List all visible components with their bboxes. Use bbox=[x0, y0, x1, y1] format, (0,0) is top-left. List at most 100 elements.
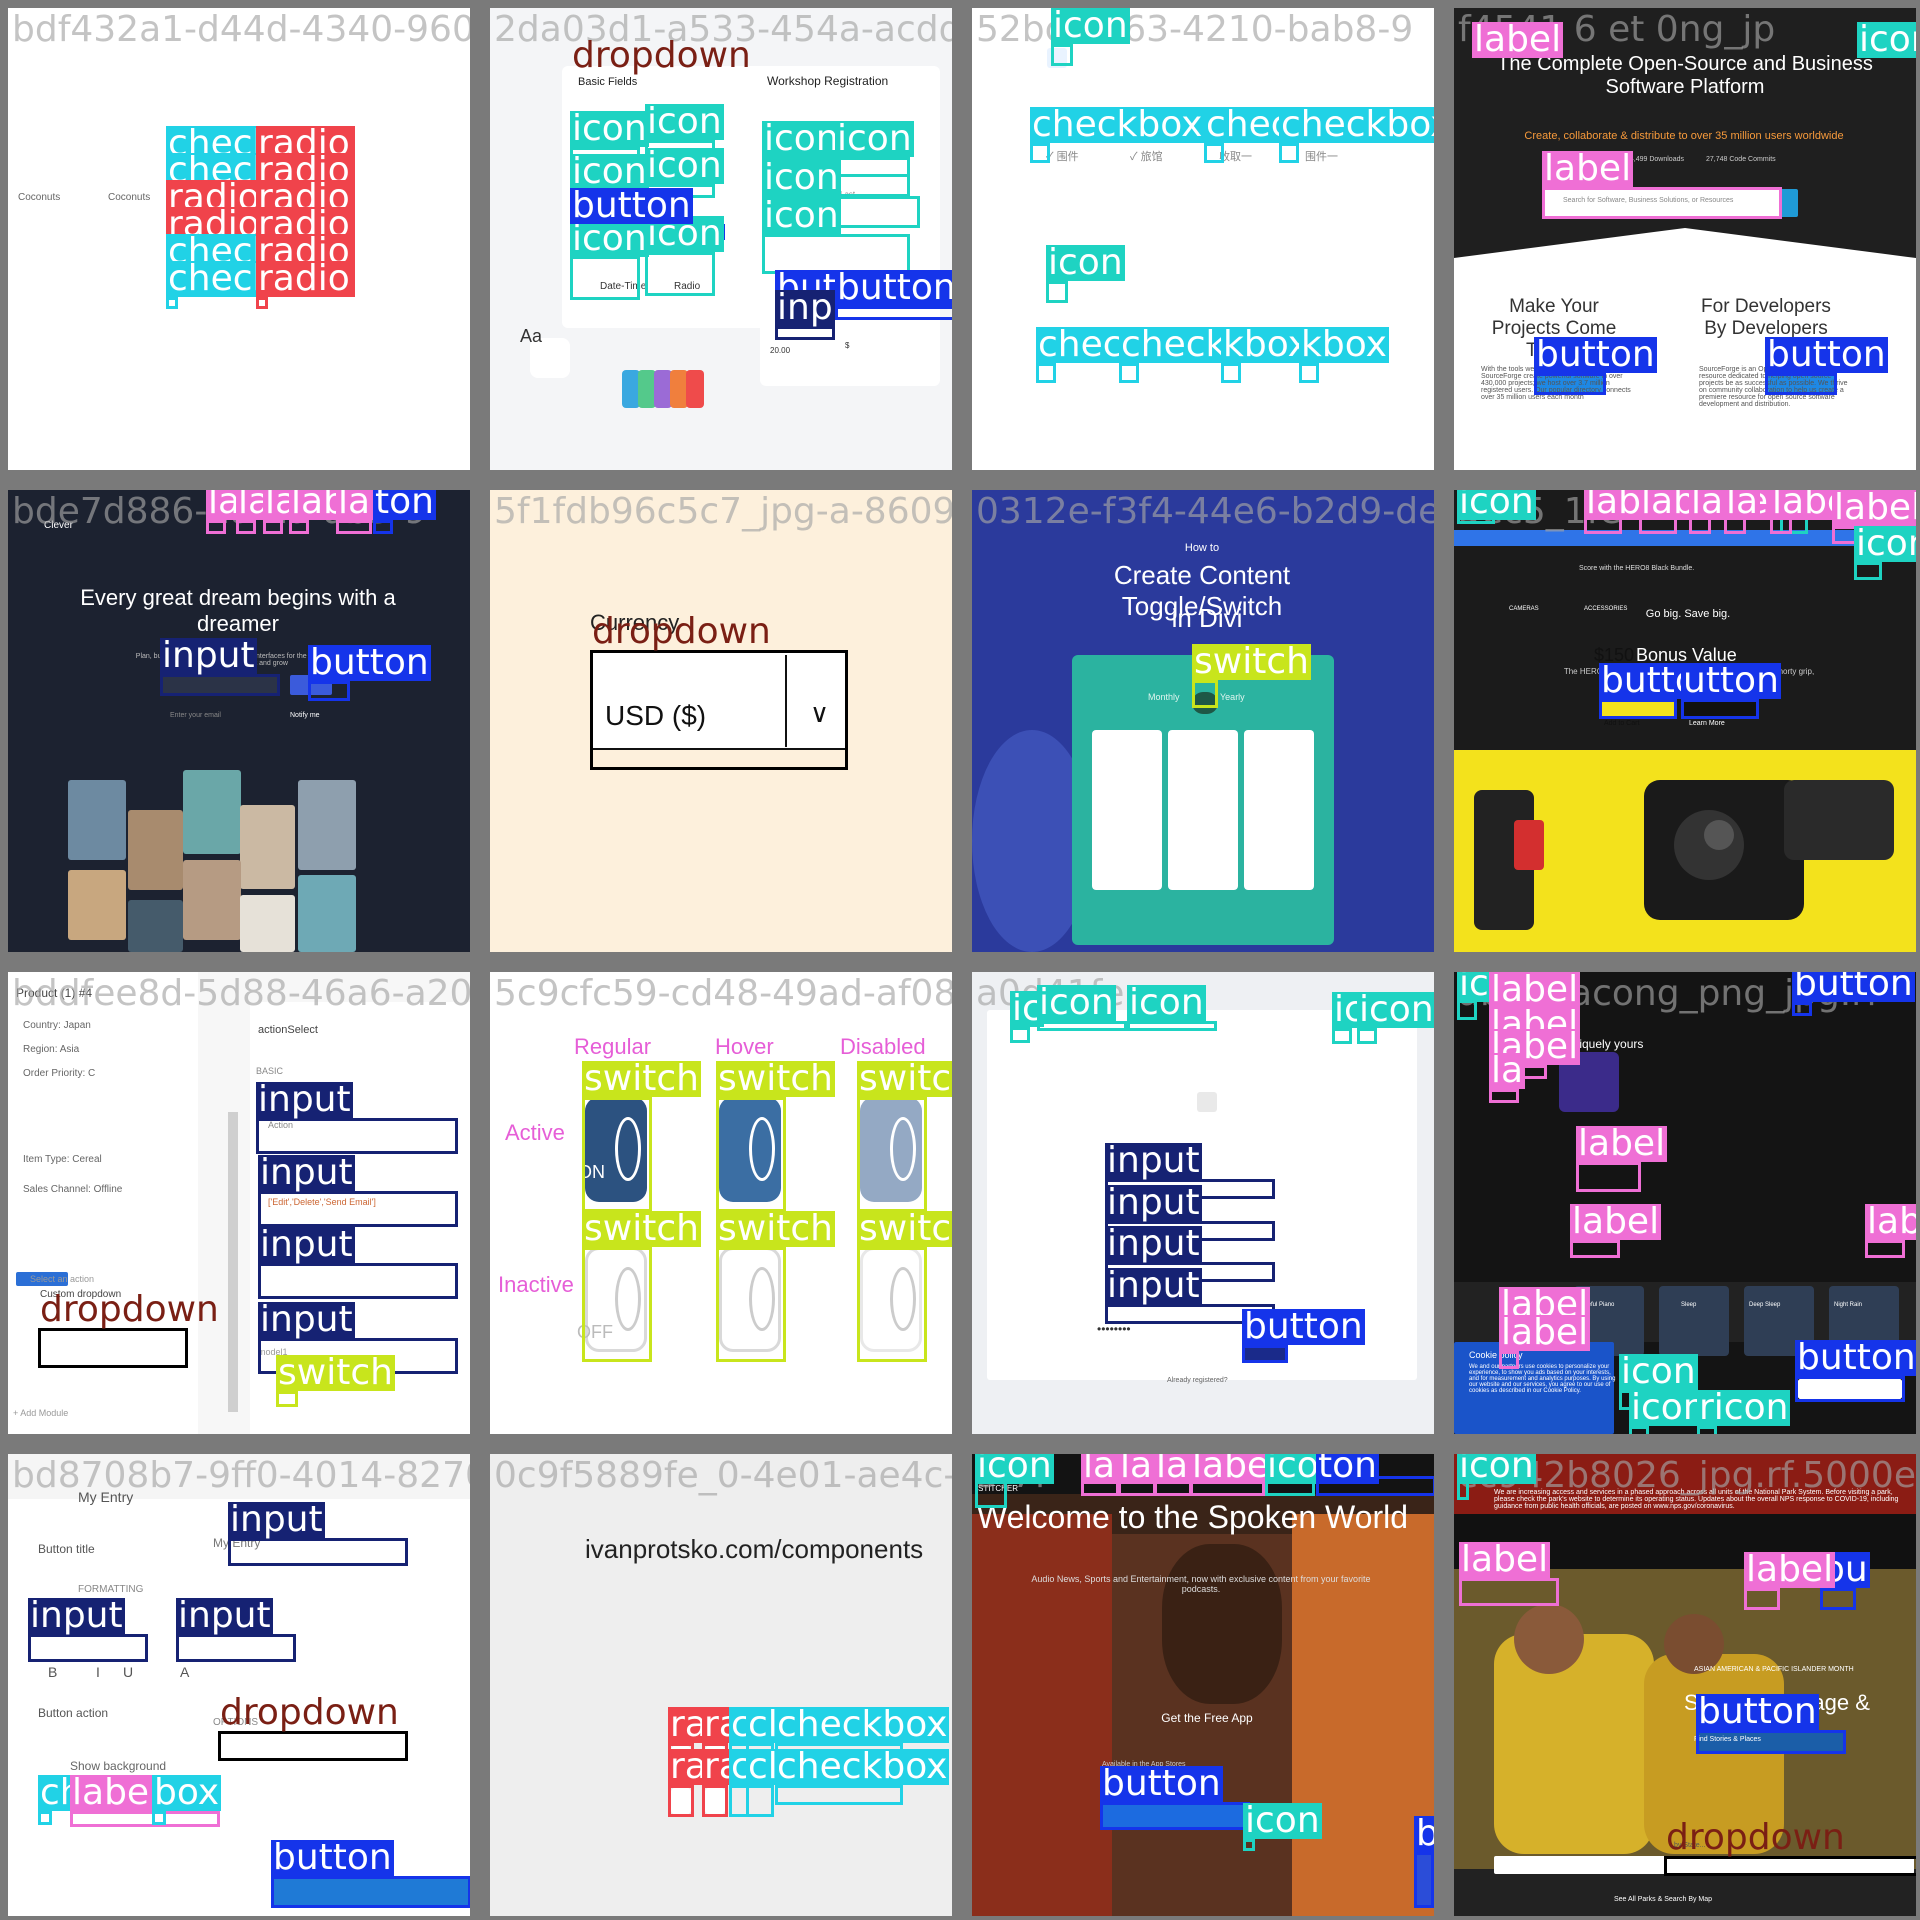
screenshot-grid: Coconuts Coconuts bdf432a1-d44d-4340-9604-… bbox=[0, 0, 1920, 1920]
switch-bbox bbox=[716, 1097, 786, 1212]
label-bbox bbox=[1499, 1351, 1519, 1369]
screen-text: See All Parks & Search By Map bbox=[1614, 1896, 1713, 1903]
input-annotation-tag: input bbox=[1105, 1223, 1202, 1264]
screen-text: Night Rain bbox=[1834, 1302, 1863, 1308]
scene-block bbox=[68, 780, 126, 860]
switch-bbox bbox=[582, 1247, 652, 1362]
label-bbox bbox=[1744, 1588, 1780, 1610]
scene-block bbox=[183, 860, 241, 940]
label-annotation-tag: label bbox=[1472, 19, 1564, 60]
label-annotation-tag: label bbox=[1865, 1204, 1916, 1240]
button-bbox bbox=[1820, 1588, 1856, 1610]
icon-bbox bbox=[1010, 1027, 1030, 1043]
label-bbox bbox=[206, 520, 226, 534]
label-bbox bbox=[236, 520, 256, 534]
button-annotation-tag: utton bbox=[1681, 660, 1781, 701]
icon-annotation-tag: ic bbox=[1457, 972, 1491, 1002]
button-annotation-tag: button bbox=[835, 270, 952, 306]
button-annotation-tag: button bbox=[1696, 1691, 1819, 1732]
input-annotation-tag: input bbox=[176, 1595, 273, 1636]
screenshot-image: ✓ 围件 ✓ 旅馆 收取一 围件一 bbox=[972, 8, 1434, 470]
input-annotation-tag: input bbox=[228, 1499, 325, 1540]
screen-text: Browse bbox=[1782, 459, 1806, 466]
screen-text: Region: Asia bbox=[23, 1044, 80, 1055]
input-bbox bbox=[256, 1118, 458, 1154]
screen-text: Every great dream begins with a dreamer bbox=[80, 585, 396, 636]
screen-text: 围件一 bbox=[1305, 151, 1338, 163]
input-annotation-tag: input bbox=[258, 1152, 355, 1193]
scene-block bbox=[68, 870, 126, 940]
radio-bbox bbox=[256, 297, 268, 309]
screen-text: Country: Japan bbox=[23, 1020, 91, 1031]
checkbox-annotation-tag: box bbox=[152, 1772, 222, 1813]
dropdown-annotation-tag: dropdown bbox=[1666, 1817, 1845, 1858]
button-bbox bbox=[1414, 1852, 1434, 1908]
checkbox-bbox bbox=[1036, 363, 1056, 383]
screenshot-tile: ivanprotsko.com/components 0c9f5889fe_0-4… bbox=[490, 1454, 952, 1916]
screen-text: Get the Free App bbox=[1161, 1711, 1253, 1725]
input-annotation-tag: input bbox=[258, 1224, 355, 1265]
button-bbox bbox=[1100, 1802, 1250, 1830]
scene-block bbox=[240, 895, 295, 952]
screenshot-tile: Coconuts Coconuts bdf432a1-d44d-4340-9604-… bbox=[8, 8, 470, 470]
switch-annotation-tag: switch bbox=[716, 1208, 835, 1249]
button-annotation-tag: button bbox=[1414, 1816, 1434, 1852]
label-bbox bbox=[263, 520, 283, 534]
screen-text: U bbox=[123, 1664, 134, 1680]
screen-text: Hover bbox=[715, 1034, 774, 1059]
icon-bbox bbox=[645, 252, 715, 296]
icon-annotation-tag: icon bbox=[1854, 526, 1916, 562]
screenshot-tile: The Complete Open-Source and Business So… bbox=[1454, 8, 1916, 470]
screen-text: 27,748 Code Commits bbox=[1706, 156, 1776, 163]
button-annotation-tag: button bbox=[570, 185, 693, 226]
label-bbox bbox=[1542, 187, 1782, 219]
icon-annotation-tag: icon bbox=[1243, 1800, 1322, 1841]
checkbox-bbox bbox=[775, 1785, 903, 1805]
screen-text: ivanprotsko.com/components bbox=[585, 1534, 924, 1564]
icon-annotation-tag: icon bbox=[1046, 242, 1125, 283]
switch-annotation-tag: switch bbox=[857, 1061, 952, 1097]
screen-text: B bbox=[48, 1664, 58, 1680]
button-bbox bbox=[1792, 1002, 1812, 1016]
button-bbox bbox=[1534, 373, 1606, 395]
switch-bbox bbox=[716, 1247, 786, 1362]
screen-text: Sales Channel: Offline bbox=[23, 1184, 123, 1195]
screenshot-image: STITCHER Welcome to the Spoken World Audio… bbox=[972, 1454, 1434, 1916]
screen-text: + Add Module bbox=[13, 1408, 69, 1418]
icon-bbox bbox=[1332, 1028, 1352, 1044]
button-annotation-tag: ton bbox=[1316, 1454, 1379, 1484]
screen-text: Already registered? bbox=[1167, 1377, 1228, 1384]
icon-bbox bbox=[1051, 44, 1073, 66]
icon-annotation-tag: icon bbox=[1127, 982, 1206, 1023]
scene-block bbox=[183, 770, 241, 854]
checkbox-bbox bbox=[1221, 363, 1241, 383]
screen-text: We and our partners use cookies to perso… bbox=[1469, 1364, 1616, 1394]
screen-text: Sleep bbox=[1681, 1302, 1697, 1308]
scene-block bbox=[1514, 1604, 1584, 1674]
screen-text: •••••••• bbox=[1097, 1322, 1131, 1336]
dropdown-bbox bbox=[1664, 1856, 1916, 1876]
screenshot-tile: ✓ 围件 ✓ 旅馆 收取一 围件一 52bc-7263-4210-bab8-9 icon c… bbox=[972, 8, 1434, 470]
checkbox-bbox bbox=[152, 1811, 166, 1825]
screenshot-image: How to Create Content Toggle/Switch in Div… bbox=[972, 490, 1434, 952]
button-bbox bbox=[373, 520, 393, 534]
icon-annotation-tag: icon bbox=[645, 101, 724, 142]
screenshot-tile: Uniquely yours Cookie policy We and our pa… bbox=[1454, 972, 1916, 1434]
screenshot-tile: We are increasing access and services in… bbox=[1454, 1454, 1916, 1916]
checkbox-bbox bbox=[166, 297, 178, 309]
icon-annotation-tag: icon bbox=[762, 195, 841, 236]
tile-filename-label: 52bc-7263-4210-bab8-9 bbox=[976, 9, 1414, 50]
screenshot-image: ivanprotsko.com/components bbox=[490, 1454, 952, 1916]
screen-text: Workshop Registration bbox=[767, 74, 889, 88]
tile-filename-label: 0312e-f3f4-44e6-b2d9-de2 bbox=[976, 491, 1434, 532]
dropdown-bbox bbox=[38, 1328, 188, 1368]
screen-text: Button action bbox=[38, 1706, 109, 1720]
label-annotation-tag: label bbox=[1832, 490, 1916, 526]
scene-block bbox=[1659, 1286, 1729, 1356]
button-bbox bbox=[835, 306, 952, 320]
label-annotation-tag: label bbox=[1744, 1549, 1836, 1590]
scene-block bbox=[1664, 1614, 1724, 1674]
switch-annotation-tag: switch bbox=[276, 1352, 395, 1393]
checkbox-annotation-tag: checkbox bbox=[1030, 104, 1205, 145]
screen-text: Score with the HERO8 Black Bundle. bbox=[1579, 565, 1695, 572]
